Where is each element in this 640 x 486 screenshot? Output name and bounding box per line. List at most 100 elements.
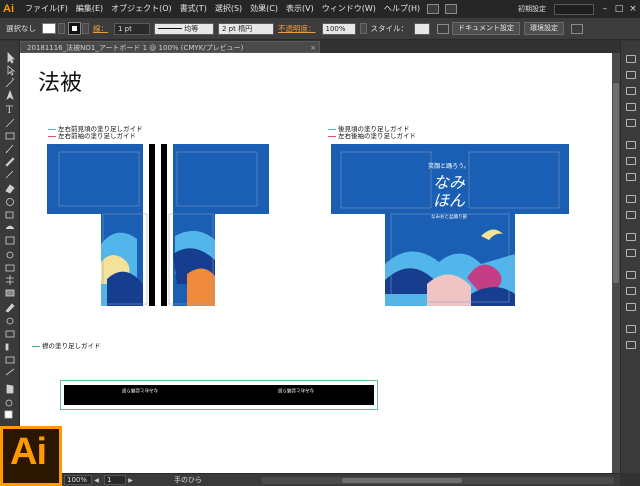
opacity-field[interactable]: 100% [321,22,356,35]
close-button[interactable]: × [626,2,640,16]
collar-strip-artwork[interactable]: なみおと盆踊り部 なみおと盆踊り部 [60,380,378,410]
eraser-tool-icon [5,184,15,194]
panel-dock [620,41,640,473]
paragraph-panel-icon[interactable] [626,249,636,257]
first-artboard-icon[interactable]: ◀ [93,476,100,485]
horizontal-scroll-thumb[interactable] [342,477,462,483]
illustrator-window: Ai ファイル(F) 編集(E) オブジェクト(O) 書式(T) 選択(S) 効… [0,0,640,486]
menu-edit[interactable]: 編集(E) [72,0,107,18]
horizontal-scrollbar[interactable] [262,476,614,484]
happi-front-artwork[interactable] [47,144,269,306]
pencil-tool-icon [5,157,15,167]
minimize-button[interactable]: – [598,2,612,16]
zoom-tool-icon [5,399,13,407]
menu-window[interactable]: ウィンドウ(W) [318,0,380,18]
next-artboard-icon[interactable]: ▶ [127,476,134,485]
opacity-dropdown[interactable] [359,23,367,34]
document-setup-button[interactable]: ドキュメント設定 [452,22,520,35]
collar-black-band [64,385,374,405]
artboard-canvas[interactable]: 法被 左右前見頃の塗り足しガイド 左右前袖の塗り足しガイド 後見頃の塗り足しガイ… [20,53,612,473]
artboard-number-field[interactable]: 1 [104,475,126,485]
current-tool-label: 手のひら [174,476,202,484]
stroke-label[interactable]: 線： [93,23,108,34]
style-swatch[interactable] [414,22,430,35]
front-sleeve-guide-swatch [48,135,56,137]
type-tool-icon: T [6,105,13,116]
front-collar-edge-right [167,144,173,306]
back-logo-line2: ほん [433,191,466,210]
stroke-panel-icon[interactable] [626,141,636,149]
stroke-swatch[interactable] [68,22,81,35]
menu-object[interactable]: オブジェクト(O) [107,0,176,18]
happi-back-artwork[interactable]: 笑顔と踊ろう。 なみ ほん なみおと盆踊り部 [331,144,569,306]
tools-panel: T [0,41,20,427]
artboard-tool-icon [5,356,15,364]
brush-tool-icon [5,144,14,154]
maximize-button[interactable]: □ [612,2,626,16]
back-sleeve-guide-swatch [328,135,336,137]
brushes-panel-icon[interactable] [626,103,636,111]
back-motto: 笑顔と踊ろう。 [428,162,470,170]
pathfinder-panel-icon[interactable] [626,341,636,349]
menu-select[interactable]: 選択(S) [211,0,246,18]
vertical-scroll-thumb[interactable] [613,83,619,283]
vertical-scrollbar[interactable] [612,53,620,473]
direct-selection-tool-icon [7,65,16,76]
stroke-weight-field[interactable]: 1 pt [114,22,150,35]
gradient-panel-icon[interactable] [626,157,636,165]
color-panel-icon[interactable] [626,55,636,63]
magic-wand-icon [5,77,15,88]
width-tool-icon [5,225,15,230]
color-guide-icon[interactable] [626,71,636,79]
zoom-field[interactable]: 100% [64,475,92,485]
blend-tool-icon [6,317,14,325]
tools-panel-icons: T [4,52,16,419]
menu-bar: Ai ファイル(F) 編集(E) オブジェクト(O) 書式(T) 選択(S) 効… [0,0,640,18]
mesh-tool-icon [6,275,14,285]
stroke-dropdown[interactable] [82,23,89,34]
illustrator-logo-text: Ai [10,431,47,473]
brush-dropdown[interactable]: 2 pt 楕円 [218,22,274,35]
stroke-profile-line [158,28,182,29]
links-panel-icon[interactable] [626,303,636,311]
shape-builder-icon [6,251,14,259]
document-tab[interactable]: 20181116_法被NO1_アートボード 1 @ 100% (CMYK/プレビ… [20,41,320,53]
menu-file[interactable]: ファイル(F) [21,0,72,18]
opacity-label[interactable]: 不透明度： [278,23,316,34]
appearance-panel-icon[interactable] [626,195,636,203]
fill-dropdown[interactable] [58,23,65,34]
stroke-profile-dropdown[interactable]: 均等 [154,22,214,35]
rectangle-tool-icon [5,132,15,140]
eyedropper-icon [5,303,15,313]
menu-effect[interactable]: 効果(C) [246,0,282,18]
menu-type[interactable]: 書式(T) [176,0,211,18]
front-wave-orange-right [187,268,215,306]
swatches-panel-icon[interactable] [626,87,636,95]
transparency-panel-icon[interactable] [626,173,636,181]
workspace-switcher[interactable]: 初期設定 [514,3,550,15]
collar-text-left: なみおと盆踊り部 [122,387,158,394]
symbols-panel-icon[interactable] [626,119,636,127]
pen-tool-icon [6,89,14,101]
menu-view[interactable]: 表示(V) [282,0,318,18]
page-title: 法被 [38,71,83,96]
stroke-profile-label: 均等 [184,24,199,33]
help-search-input[interactable] [554,3,594,15]
style-menu-icon[interactable] [437,23,449,34]
graphic-styles-icon[interactable] [626,211,636,219]
document-tab-close-icon[interactable]: × [310,42,316,52]
layers-panel-icon[interactable] [626,271,636,279]
align-panel-icon[interactable] [626,325,636,333]
character-panel-icon[interactable] [626,233,636,241]
panel-menu-icon[interactable] [571,23,583,34]
app-logo-icon: Ai [3,3,14,15]
artboards-panel-icon[interactable] [626,287,636,295]
arrange-documents-icon[interactable] [445,4,458,14]
selection-status: 選択なし [6,24,36,33]
bridge-icon[interactable] [427,4,440,14]
hand-tool-icon [6,384,14,394]
fill-swatch[interactable] [42,23,56,34]
collar-guide-label: 襟の塗り足しガイド [32,340,101,350]
menu-help[interactable]: ヘルプ(H) [380,0,424,18]
preferences-button[interactable]: 環境設定 [524,22,564,35]
